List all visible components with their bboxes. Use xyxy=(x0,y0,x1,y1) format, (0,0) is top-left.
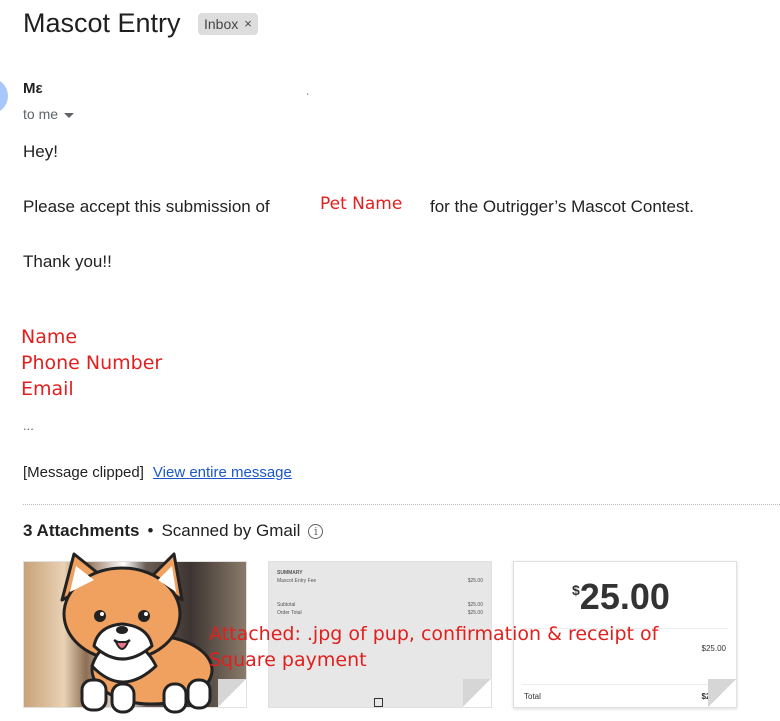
attachments-count: 3 Attachments xyxy=(23,521,140,540)
corgi-sticker xyxy=(52,548,220,716)
receipt-amount-value: 25.00 xyxy=(579,576,670,617)
page-fold xyxy=(218,679,246,707)
view-entire-message-link[interactable]: View entire message xyxy=(153,464,292,481)
receipt-amount: $25.00 xyxy=(572,576,670,618)
summary-subtotal: Subtotal xyxy=(277,602,296,608)
inbox-label-chip[interactable]: Inbox × xyxy=(198,13,258,35)
info-icon[interactable]: i xyxy=(308,523,324,539)
summary-subtotal-amount: $25.00 xyxy=(467,602,483,608)
square-logo-icon xyxy=(374,698,383,707)
signature-email: Email xyxy=(21,378,74,400)
avatar[interactable] xyxy=(0,78,8,114)
thanks-line: Thank you!! xyxy=(23,252,112,271)
attachments-header: 3 Attachments • Scanned by Gmail i xyxy=(23,521,324,541)
message-clipped-notice: [Message clipped] View entire message xyxy=(23,464,292,481)
caret-down-icon[interactable] xyxy=(64,112,75,118)
divider xyxy=(23,504,780,505)
body-line-after: for the Outrigger’s Mascot Contest. xyxy=(430,197,694,216)
clipped-text: [Message clipped] xyxy=(23,464,144,481)
summary-heading: SUMMARY xyxy=(277,570,303,576)
email-subject: Mascot Entry xyxy=(23,8,181,38)
body-line-before: Please accept this submission of xyxy=(23,197,270,216)
page-fold xyxy=(708,679,736,707)
summary-item: Mascot Entry Fee xyxy=(277,578,317,584)
summary-order-total: Order Total xyxy=(277,610,302,616)
recipient-details[interactable]: to me xyxy=(23,106,75,122)
annotation-note: Attached: .jpg of pup, confirmation & re… xyxy=(209,621,669,673)
separator: • xyxy=(147,521,154,540)
signature-name: Name xyxy=(21,326,78,348)
receipt-line-amount: $25.00 xyxy=(701,644,726,653)
recipient-text: to me xyxy=(23,106,59,122)
scan-label: Scanned by Gmail xyxy=(161,521,301,540)
sender-name[interactable]: Mε xyxy=(23,80,43,97)
sender-name-fragment: ͺ xyxy=(306,84,310,96)
pet-name-placeholder: Pet Name xyxy=(320,194,403,214)
receipt-rule xyxy=(522,684,728,685)
annotation-line-1: Attached: .jpg of pup, confirmation & re… xyxy=(209,623,659,645)
signature-phone: Phone Number xyxy=(21,352,163,374)
annotation-line-2: Square payment xyxy=(209,649,367,671)
summary-order-total-amount: $25.00 xyxy=(467,610,483,616)
greeting: Hey! xyxy=(23,142,58,161)
inbox-label-text: Inbox xyxy=(204,16,239,32)
summary-item-amount: $25.00 xyxy=(467,578,483,584)
receipt-total-label: Total xyxy=(524,692,541,701)
close-icon[interactable]: × xyxy=(244,13,252,35)
receipt-currency: $ xyxy=(572,582,580,598)
trimmed-content-toggle[interactable]: ... xyxy=(23,418,34,433)
page-fold xyxy=(463,679,491,707)
